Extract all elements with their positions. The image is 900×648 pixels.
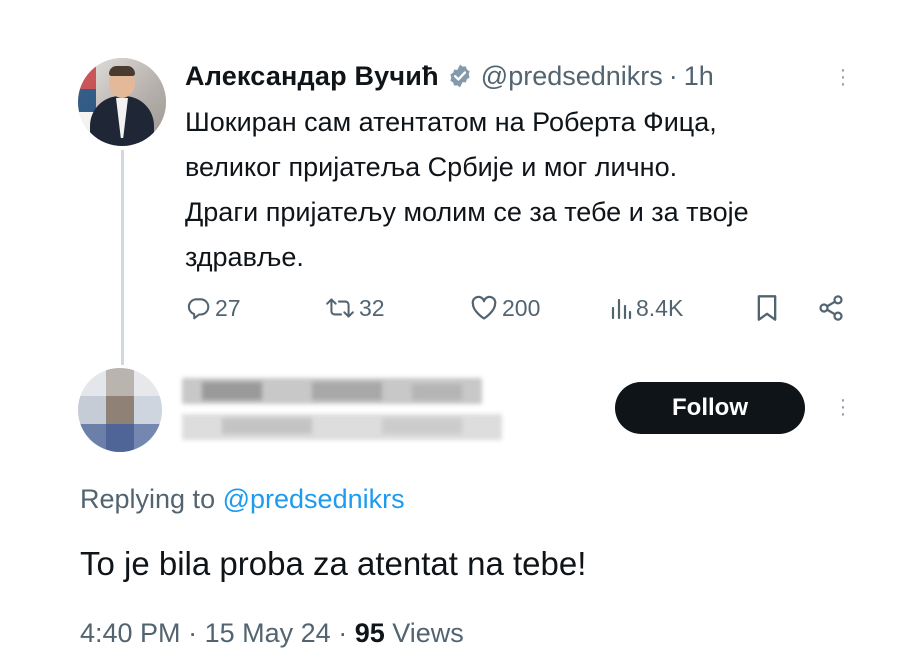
retweet-count: 32	[359, 294, 385, 321]
views-count: 8.4K	[636, 294, 684, 321]
tweet-text-line: великог пријатеља Србије и мог лично.	[185, 152, 678, 182]
replying-mention-link[interactable]: @predsednikrs	[223, 484, 405, 514]
reply-time[interactable]: 4:40 PM	[80, 618, 181, 648]
replying-prefix: Replying to	[80, 484, 216, 514]
tweet-text-line: здравље.	[185, 242, 304, 272]
share-button[interactable]	[817, 290, 845, 326]
reply-icon	[187, 298, 210, 320]
tweet-time[interactable]: 1h	[684, 58, 714, 94]
tweet-text-line: Драги пријатељу молим се за тебе и за тв…	[185, 197, 749, 227]
meta-separator: ·	[338, 618, 348, 648]
tweet-action-bar: 27 32 200 8.4K	[185, 290, 865, 326]
more-vertical-icon[interactable]: · · ·	[835, 390, 851, 424]
like-button[interactable]: 200	[470, 290, 540, 326]
follow-button[interactable]: Follow	[615, 382, 805, 434]
bookmark-button[interactable]	[755, 290, 779, 326]
retweet-icon	[326, 298, 354, 318]
author-name[interactable]: Александар Вучић	[185, 58, 439, 94]
thread-connector-line	[121, 150, 124, 365]
retweet-button[interactable]: 32	[325, 290, 385, 326]
like-count: 200	[502, 294, 541, 321]
reply-meta: 4:40 PM · 15 May 24 · 95 Views	[80, 618, 464, 648]
redacted-reply-author	[182, 372, 502, 450]
more-vertical-icon[interactable]: · · ·	[835, 60, 851, 94]
share-icon	[819, 295, 843, 321]
reply-button[interactable]: 27	[185, 290, 241, 326]
bookmark-icon	[757, 295, 777, 321]
reply-views-label: Views	[392, 618, 464, 648]
reply-date[interactable]: 15 May 24	[205, 618, 331, 648]
replying-to: Replying to @predsednikrs	[80, 484, 405, 515]
reply-author-avatar[interactable]	[78, 368, 162, 452]
heart-icon	[471, 295, 497, 320]
tweet-text-line: Шокиран сам атентатом на Роберта Фица,	[185, 107, 717, 137]
author-handle[interactable]: @predsednikrs	[481, 58, 663, 94]
header-separator: ·	[668, 61, 678, 91]
meta-separator: ·	[188, 618, 198, 648]
views-button[interactable]: 8.4K	[610, 290, 683, 326]
author-avatar[interactable]	[78, 58, 166, 146]
reply-count: 27	[215, 294, 241, 321]
tweet-text: Шокиран сам атентатом на Роберта Фица, в…	[185, 100, 855, 280]
reply-views-count: 95	[354, 618, 385, 648]
reply-text: To je bila proba za atentat na tebe!	[80, 545, 587, 582]
analytics-icon	[611, 298, 632, 320]
tweet-header: Александар Вучић @predsednikrs · 1h	[185, 58, 714, 94]
verified-badge-icon	[450, 64, 470, 88]
